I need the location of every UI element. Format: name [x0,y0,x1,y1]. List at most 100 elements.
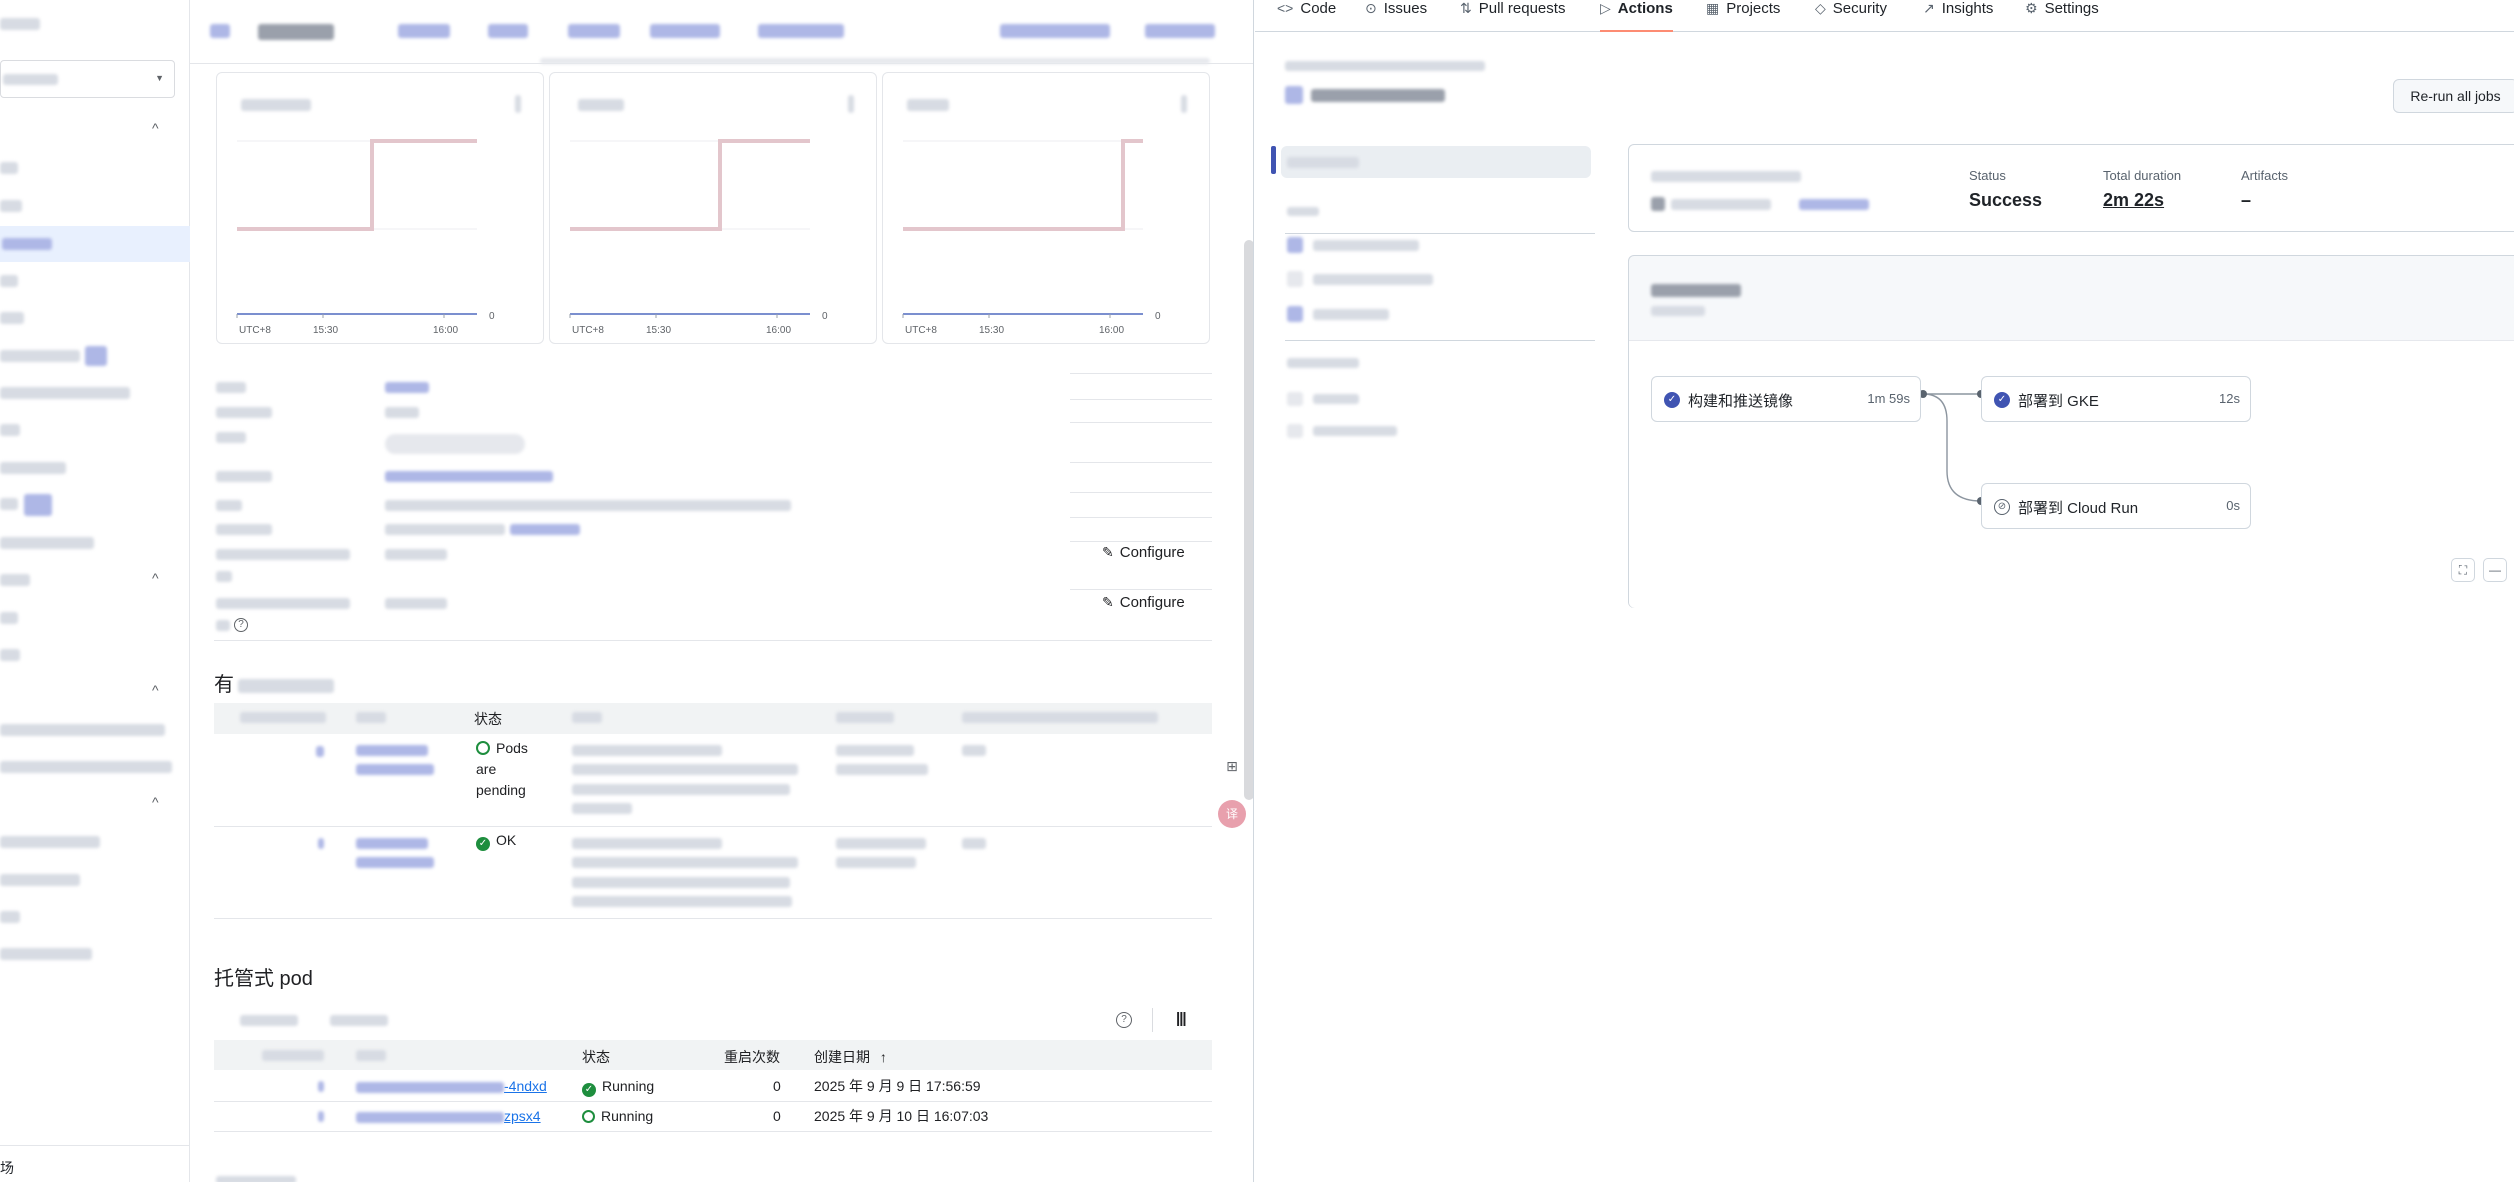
detail-key [216,524,272,535]
run-title [1311,89,1445,102]
sidebar-item[interactable] [0,312,24,324]
pods-title: 托管式 pod [214,968,313,990]
sidebar-item[interactable] [0,275,18,287]
back-icon[interactable] [210,24,230,38]
cloud-console-pane: ▼ ^ ^ ^ ^ 场 UTC+8 15:30 16:00 0 UTC+8 15… [0,0,1254,1182]
run-breadcrumb [1285,61,1485,71]
tab-security[interactable]: ◇ Security [1815,0,1887,32]
commit-link[interactable] [1799,199,1869,210]
sidebar-item[interactable] [0,162,18,174]
grid-add-icon[interactable]: ⊞ [1218,752,1246,780]
help-icon[interactable]: ? [1116,1012,1132,1028]
code-icon: <> [1277,0,1294,16]
column-display-icon[interactable]: ||| [1176,1010,1187,1027]
rerun-all-jobs-button[interactable]: Re-run all jobs [2393,79,2514,113]
detail-key [216,471,272,482]
fullscreen-icon[interactable]: ⛶ [2451,558,2475,582]
detail-key [216,432,246,443]
scrollbar[interactable] [1244,240,1253,800]
artifacts-label: Artifacts [2241,168,2288,183]
x-tick-label: 16:00 [433,325,459,336]
y-zero-label: 0 [822,311,828,322]
tab-settings[interactable]: ⚙ Settings [2025,0,2099,32]
sidebar-item[interactable] [0,612,18,624]
sidebar-item[interactable] [0,911,20,923]
toolbar-action[interactable] [758,24,844,38]
detail-key [216,500,242,511]
tab-code[interactable]: <> Code [1277,0,1336,32]
toolbar-action[interactable] [568,24,620,38]
sidebar-item[interactable] [0,462,66,474]
sidebar-item[interactable] [0,761,172,773]
sidebar-item[interactable] [0,874,80,886]
zoom-out-icon[interactable]: — [2483,558,2507,582]
restart-count: 0 [773,1108,781,1124]
chevron-up-icon[interactable]: ^ [152,120,159,136]
translate-icon[interactable]: 译 [1218,800,1246,828]
run-summary-card: Status Success Total duration 2m 22s Art… [1628,144,2514,232]
chevron-up-icon[interactable]: ^ [152,682,159,698]
sort-arrow-icon[interactable]: ↑ [880,1049,887,1065]
next-section-title [216,1176,296,1182]
job-node[interactable]: ✓ 构建和推送镜像 1m 59s [1651,376,1921,422]
help-icon[interactable]: ? [234,618,248,632]
chevron-up-icon[interactable]: ^ [152,794,159,810]
resource-toolbar [190,0,1253,64]
detail-value[interactable] [385,382,429,393]
x-tick-label: 15:30 [313,325,339,336]
detail-link[interactable] [510,524,580,535]
sidebar-item-summary[interactable] [1281,146,1591,178]
column-header-created[interactable]: 创建日期 ↑ [814,1047,887,1067]
tab-label: Projects [1726,0,1781,17]
pod-name-link[interactable]: -4ndxd [356,1076,547,1097]
upper-series-line [903,139,1143,231]
upper-series-line [237,139,477,231]
chevron-down-icon: ▼ [155,73,164,83]
sidebar-dropdown[interactable]: ▼ [0,60,175,98]
sidebar-item[interactable] [0,387,130,399]
tab-pull-requests[interactable]: ⇅ Pull requests [1460,0,1565,32]
job-node[interactable]: ✓ 部署到 GKE 12s [1981,376,2251,422]
configure-button[interactable]: ✎ Configure [1102,594,1185,611]
sidebar-item[interactable] [0,498,18,510]
column-header-restarts[interactable]: 重启次数 [724,1047,780,1067]
toolbar-action[interactable] [650,24,720,38]
pod-name-link[interactable]: zpsx4 [356,1106,541,1127]
sidebar-item[interactable] [0,350,80,362]
workflow-trigger [1651,306,1705,316]
configure-button[interactable]: ✎ Configure [1102,544,1185,561]
sidebar-title [0,18,40,30]
x-tick-label: 15:30 [979,325,1005,336]
tab-insights[interactable]: ↗ Insights [1923,0,1993,32]
column-header [262,1050,324,1061]
run-status-icon [1285,86,1303,104]
detail-key [216,549,350,560]
detail-key [216,598,350,609]
created-date: 2025 年 9 月 10 日 16:07:03 [814,1108,989,1124]
sidebar-item[interactable] [0,537,94,549]
sidebar-item[interactable] [0,424,20,436]
tab-projects[interactable]: ▦ Projects [1706,0,1780,32]
metric-chart-card: UTC+8 15:30 16:00 0 [216,72,544,344]
sidebar-item[interactable] [0,836,100,848]
sidebar-item[interactable] [0,948,92,960]
gear-icon: ⚙ [2025,0,2038,16]
chevron-up-icon[interactable]: ^ [152,570,159,586]
tab-actions[interactable]: ▷ Actions [1600,0,1673,32]
sidebar-section-label [1287,358,1359,368]
pencil-icon: ✎ [1102,544,1114,560]
toolbar-action[interactable] [488,24,528,38]
sidebar-item[interactable] [0,200,22,212]
toolbar-action[interactable] [1145,24,1215,38]
toolbar-action[interactable] [1000,24,1110,38]
sidebar-item[interactable] [0,649,20,661]
tab-issues[interactable]: ⊙ Issues [1365,0,1427,32]
total-duration-value[interactable]: 2m 22s [2103,190,2164,211]
sidebar-item-selected[interactable] [0,226,190,262]
total-duration-label: Total duration [2103,168,2182,183]
job-node[interactable]: ⊘ 部署到 Cloud Run 0s [1981,483,2251,529]
detail-value[interactable] [385,471,553,482]
toolbar-action[interactable] [398,24,450,38]
filter-input[interactable] [240,1015,298,1026]
sidebar-item[interactable] [0,724,165,736]
